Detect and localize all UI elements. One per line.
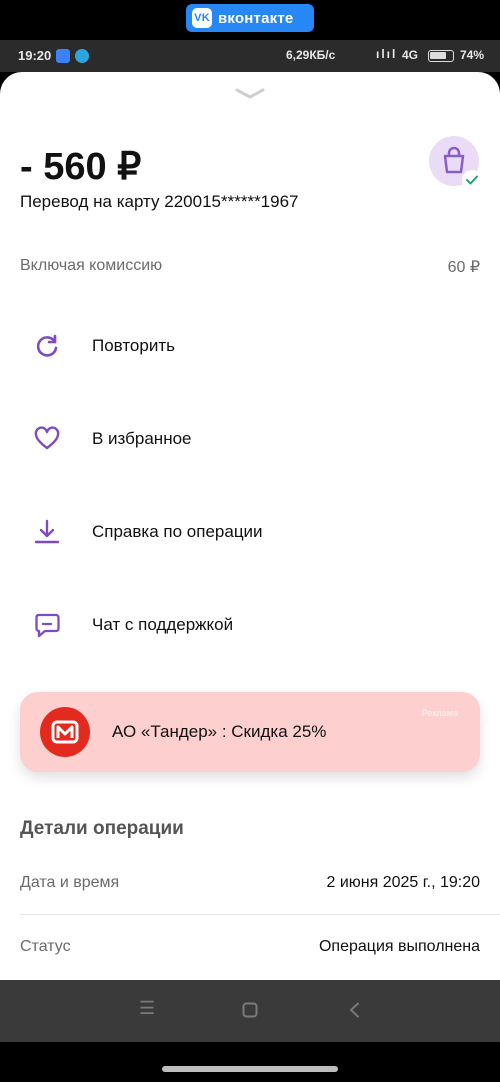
home-indicator[interactable] <box>162 1066 338 1072</box>
network-speed: 6,29КБ/с <box>286 48 336 62</box>
receipt-button[interactable]: Справка по операции <box>0 502 500 562</box>
status-value: Операция выполнена <box>318 938 480 955</box>
download-icon <box>34 519 60 544</box>
menu-icon[interactable]: ☰ <box>139 998 155 1019</box>
status-label: Статус <box>20 938 71 955</box>
ad-tag: Реклама <box>421 708 458 718</box>
network-type: 4G <box>402 48 419 62</box>
vk-banner-text: вконтакте <box>218 9 294 27</box>
top-bar: VK вконтакте <box>0 0 500 40</box>
ad-text: АО «Тандер» : Скидка 25% <box>112 722 327 741</box>
divider <box>20 914 500 915</box>
home-icon[interactable] <box>242 1002 258 1018</box>
fee-label: Включая комиссию <box>20 257 163 274</box>
details-title: Детали операции <box>20 818 184 839</box>
receipt-label: Справка по операции <box>92 522 263 541</box>
check-icon <box>462 170 482 190</box>
favorite-label: В избранное <box>92 429 192 448</box>
date-label: Дата и время <box>20 874 120 891</box>
app-notification-icon <box>56 49 70 63</box>
repeat-label: Повторить <box>92 336 175 355</box>
vk-logo-icon: VK <box>192 8 212 28</box>
battery-fill <box>430 52 446 59</box>
magnit-logo-icon <box>40 707 90 757</box>
battery-percent: 74% <box>460 48 485 62</box>
fee-value: 60 ₽ <box>447 259 480 276</box>
battery-icon <box>428 50 454 62</box>
support-chat-button[interactable]: Чат с поддержкой <box>0 595 500 655</box>
repeat-button[interactable]: Повторить <box>0 316 500 376</box>
signal-icon: ılıl <box>376 47 398 61</box>
chat-icon <box>35 613 60 638</box>
telegram-icon <box>75 49 89 63</box>
status-time: 19:20 <box>18 48 52 63</box>
repeat-icon <box>36 334 58 357</box>
transaction-amount: - 560 ₽ <box>20 146 142 188</box>
transaction-description: Перевод на карту 220015******1967 <box>20 192 299 211</box>
chevron-down-icon[interactable] <box>234 86 266 100</box>
date-value: 2 июня 2025 г., 19:20 <box>326 874 480 891</box>
favorite-button[interactable]: В избранное <box>0 409 500 469</box>
support-chat-label: Чат с поддержкой <box>92 615 234 634</box>
ad-banner[interactable]: АО «Тандер» : Скидка 25% Реклама <box>20 692 480 772</box>
vk-banner[interactable]: VK вконтакте <box>186 4 314 32</box>
heart-icon <box>34 426 60 450</box>
gesture-bar <box>0 1042 500 1082</box>
back-icon[interactable] <box>348 1002 360 1018</box>
transaction-sheet: - 560 ₽ Перевод на карту 220015******196… <box>0 72 500 980</box>
nav-bar: ☰ <box>0 980 500 1042</box>
status-bar: 19:20 6,29КБ/с ılıl 4G 74% <box>0 40 500 72</box>
